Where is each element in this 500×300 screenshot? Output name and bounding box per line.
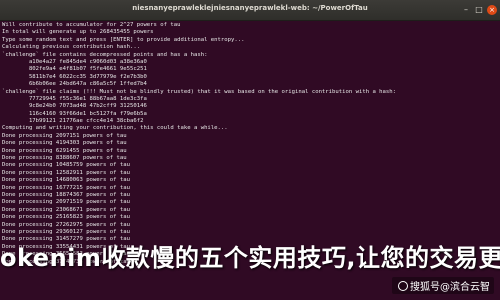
source-badge-text: 搜狐号@滨合云智 (410, 282, 490, 293)
terminal-line: Done processing 16777215 powers of tau (2, 184, 130, 191)
terminal-line: Type some random text and press [ENTER] … (2, 36, 245, 43)
window-title: niesnanyeprawleklejniesnanyeprawlekl-web… (132, 4, 368, 12)
terminal-line: 17b99121 21776ae cfcc4e14 38cba6f2 (2, 118, 144, 125)
terminal-line: 77729945 f55c36e1 88b67aa8 1de3c3fa (2, 95, 147, 102)
terminal-line: 9c8e24b0 7073ad48 47b2cff9 31250146 (2, 103, 147, 110)
terminal-line: 802fe9a4 e4f81b07 f5fe4661 9e55c251 (2, 66, 147, 73)
terminal-line: Done processing 2097151 powers of tau (2, 132, 127, 139)
terminal-line: Done processing 8388607 powers of tau (2, 155, 127, 162)
terminal-line: Done processing 6291455 powers of tau (2, 147, 127, 154)
terminal-line: 116c4160 93f66de1 bc5127fa f79e6b5a (2, 110, 147, 117)
terminal-line: `challenge` file claims (!!! Must not be… (2, 88, 397, 95)
terminal-line: Done processing 4194303 powers of tau (2, 140, 127, 147)
maximize-icon[interactable]: □ (474, 5, 484, 15)
source-badge: 搜狐号@滨合云智 (392, 277, 494, 294)
terminal-line: Done processing 25165823 powers of tau (2, 214, 130, 221)
terminal-line: Done processing 29360127 powers of tau (2, 228, 130, 235)
terminal-line: 6b6b06ee 24bd647a c86a5c5f 1ffed7b4 (2, 81, 147, 88)
terminal-line: 5811b7e4 6022cc35 3d77979e f2e7b3b0 (2, 73, 147, 80)
terminal-line: Done processing 10485759 powers of tau (2, 162, 130, 169)
terminal-line: Done processing 27262975 powers of tau (2, 221, 130, 228)
terminal-line: Computing and writing your contribution,… (2, 125, 228, 132)
terminal-line: Done processing 14680063 powers of tau (2, 177, 130, 184)
terminal-line: Will contribute to accumulator for 2^27 … (2, 22, 181, 28)
terminal-line: In total will generate up to 268435455 p… (2, 29, 154, 36)
sohu-logo-icon (398, 281, 408, 291)
terminal-line: Calculating previous contribution hash..… (2, 44, 141, 51)
terminal-line: Done processing 20971519 powers of tau (2, 199, 130, 206)
title-bar[interactable]: niesnanyeprawleklejniesnanyeprawlekl-web… (0, 0, 500, 21)
terminal-line: Done processing 23068671 powers of tau (2, 206, 130, 213)
terminal-window: niesnanyeprawleklejniesnanyeprawlekl-web… (0, 0, 500, 300)
overlay-headline: okenim收款慢的五个实用技巧,让您的交易更 (0, 244, 500, 272)
terminal-line: Done processing 12582911 powers of tau (2, 169, 130, 176)
minimize-icon[interactable]: – (461, 5, 471, 15)
terminal-line: a10e4a27 fe845de4 c9060d03 a38e36a0 (2, 58, 147, 65)
terminal-line: `challenge` file contains decompressed p… (2, 51, 208, 58)
terminal-line: Done processing 18874367 powers of tau (2, 191, 130, 198)
close-icon[interactable]: × (487, 5, 497, 15)
